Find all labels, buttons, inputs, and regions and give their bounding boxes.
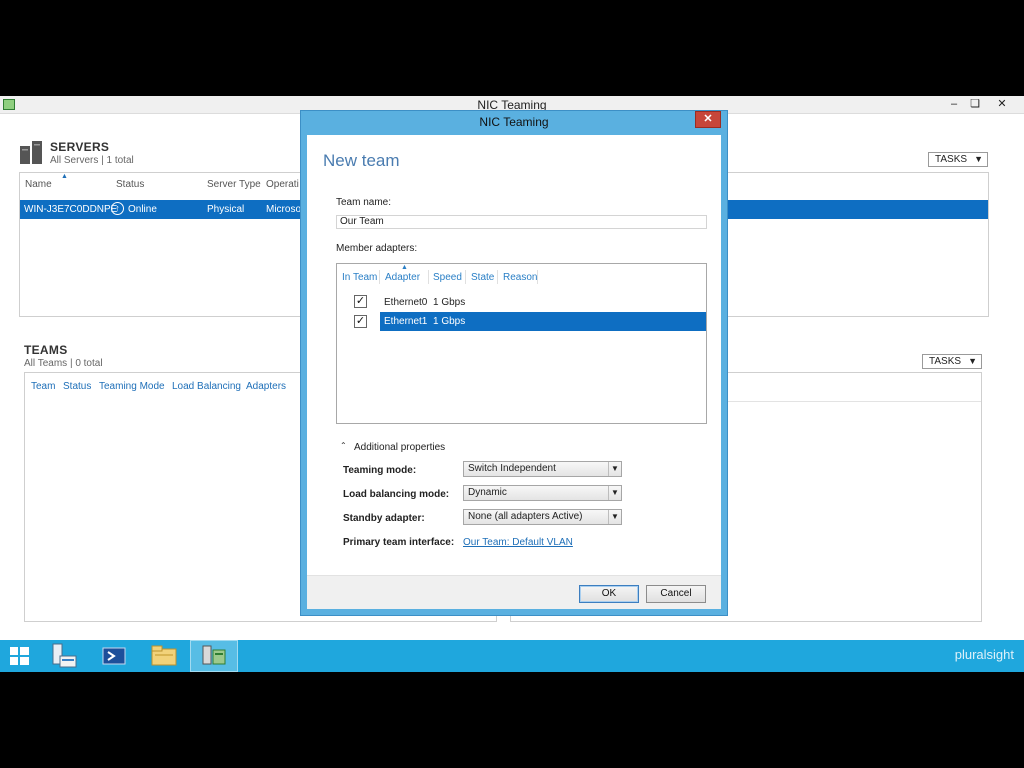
teams-col-teaming-mode[interactable]: Teaming Mode <box>99 381 165 392</box>
servers-title: SERVERS <box>50 140 110 154</box>
col-state[interactable]: State <box>471 272 494 283</box>
teams-tasks-dropdown[interactable]: TASKS ▼ <box>922 354 982 369</box>
dialog-footer: OK Cancel <box>307 575 721 609</box>
servers-icon <box>20 141 42 164</box>
dialog-heading: New team <box>323 151 400 170</box>
server-name-cell: WIN-J3E7C0DDNPE <box>24 204 118 215</box>
server-type-cell: Physical <box>207 204 245 215</box>
teaming-mode-value: Switch Independent <box>468 463 556 474</box>
dialog-body: New team Team name: Our Team Member adap… <box>307 135 721 609</box>
teams-subtitle: All Teams | 0 total <box>24 358 103 369</box>
servers-col-server-type[interactable]: Server Type <box>207 179 261 190</box>
member-adapters-label: Member adapters: <box>336 243 418 254</box>
dropdown-arrow-icon: ▼ <box>608 486 621 500</box>
additional-properties-toggle[interactable]: Additional properties <box>354 442 445 453</box>
nic-teaming-icon <box>202 645 226 665</box>
servers-col-status[interactable]: Status <box>116 179 144 190</box>
pluralsight-watermark: pluralsight <box>954 647 1014 662</box>
new-team-dialog: NIC Teaming ✕ New team Team name: Our Te… <box>300 110 728 616</box>
list-item[interactable]: Ethernet0 1 Gbps <box>380 293 706 312</box>
dropdown-arrow-icon: ▼ <box>608 462 621 476</box>
powershell-taskbar-button[interactable] <box>90 640 138 672</box>
team-name-label: Team name: <box>336 197 392 208</box>
list-item[interactable]: Ethernet1 1 Gbps <box>380 312 706 331</box>
server-os-cell: Microso <box>266 204 302 215</box>
windows-logo-icon <box>10 647 29 665</box>
ok-button[interactable]: OK <box>579 585 639 603</box>
teams-tasks-label: TASKS <box>929 356 962 367</box>
server-manager-taskbar-button[interactable] <box>40 640 88 672</box>
teams-col-status[interactable]: Status <box>63 381 91 392</box>
col-adapter[interactable]: Adapter <box>385 272 420 283</box>
col-in-team[interactable]: In Team <box>342 272 377 283</box>
load-balancing-label: Load balancing mode: <box>343 489 450 500</box>
chevron-down-icon: ▼ <box>968 356 977 366</box>
server-manager-icon <box>52 643 77 668</box>
desktop-screen: NIC Teaming – ❏ ✕ SERVERS All Servers | … <box>0 96 1024 672</box>
adapter-speed: 1 Gbps <box>433 297 466 308</box>
adapter-name: Ethernet0 <box>384 297 428 308</box>
servers-tasks-dropdown[interactable]: TASKS ▼ <box>928 152 988 167</box>
chevron-down-icon: ▼ <box>974 154 983 164</box>
online-status-icon: ↑ <box>111 202 124 215</box>
column-separator <box>497 270 498 284</box>
ethernet0-checkbox[interactable]: ✓ <box>354 295 367 308</box>
dropdown-arrow-icon: ▼ <box>608 510 621 524</box>
primary-interface-label: Primary team interface: <box>343 537 455 548</box>
teaming-mode-select[interactable]: Switch Independent ▼ <box>463 461 622 477</box>
dialog-close-button[interactable]: ✕ <box>695 111 721 128</box>
load-balancing-select[interactable]: Dynamic ▼ <box>463 485 622 501</box>
taskbar: pluralsight <box>0 640 1024 672</box>
standby-adapter-value: None (all adapters Active) <box>468 511 583 522</box>
team-name-input[interactable]: Our Team <box>336 215 707 229</box>
load-balancing-value: Dynamic <box>468 487 507 498</box>
teams-title: TEAMS <box>24 343 68 357</box>
cancel-button[interactable]: Cancel <box>646 585 706 603</box>
standby-adapter-select[interactable]: None (all adapters Active) ▼ <box>463 509 622 525</box>
teams-col-adapters[interactable]: Adapters <box>246 381 286 392</box>
ethernet1-checkbox[interactable]: ✓ <box>354 315 367 328</box>
adapter-name: Ethernet1 <box>384 316 428 327</box>
column-separator <box>465 270 466 284</box>
file-explorer-taskbar-button[interactable] <box>140 640 188 672</box>
servers-subtitle: All Servers | 1 total <box>50 155 134 166</box>
member-adapters-list: In Team Adapter ▲ Speed State Reason ✓ E… <box>336 263 707 424</box>
col-speed[interactable]: Speed <box>433 272 462 283</box>
servers-tasks-label: TASKS <box>935 154 968 165</box>
teams-col-load-balancing[interactable]: Load Balancing <box>172 381 241 392</box>
server-status-cell: Online <box>128 204 157 215</box>
sort-ascending-icon: ▲ <box>61 173 68 180</box>
teams-col-team[interactable]: Team <box>31 381 55 392</box>
column-separator <box>537 270 538 284</box>
nic-teaming-taskbar-button[interactable] <box>190 640 238 672</box>
start-button[interactable] <box>0 640 40 672</box>
primary-interface-link[interactable]: Our Team: Default VLAN <box>463 537 573 548</box>
close-window-button[interactable]: ✕ <box>990 97 1014 112</box>
servers-col-name[interactable]: Name <box>25 179 52 190</box>
dialog-title: NIC Teaming <box>479 115 549 129</box>
column-separator <box>379 270 380 284</box>
folder-icon <box>151 645 177 666</box>
servers-col-os[interactable]: Operati <box>266 179 299 190</box>
teaming-mode-label: Teaming mode: <box>343 465 417 476</box>
powershell-icon <box>102 647 126 665</box>
sort-ascending-icon: ▲ <box>401 264 408 271</box>
standby-adapter-label: Standby adapter: <box>343 513 425 524</box>
adapter-speed: 1 Gbps <box>433 316 466 327</box>
col-reason[interactable]: Reason <box>503 272 537 283</box>
chevron-up-icon[interactable]: ⌃ <box>340 441 347 450</box>
restore-button[interactable]: ❏ <box>963 97 987 112</box>
column-separator <box>428 270 429 284</box>
